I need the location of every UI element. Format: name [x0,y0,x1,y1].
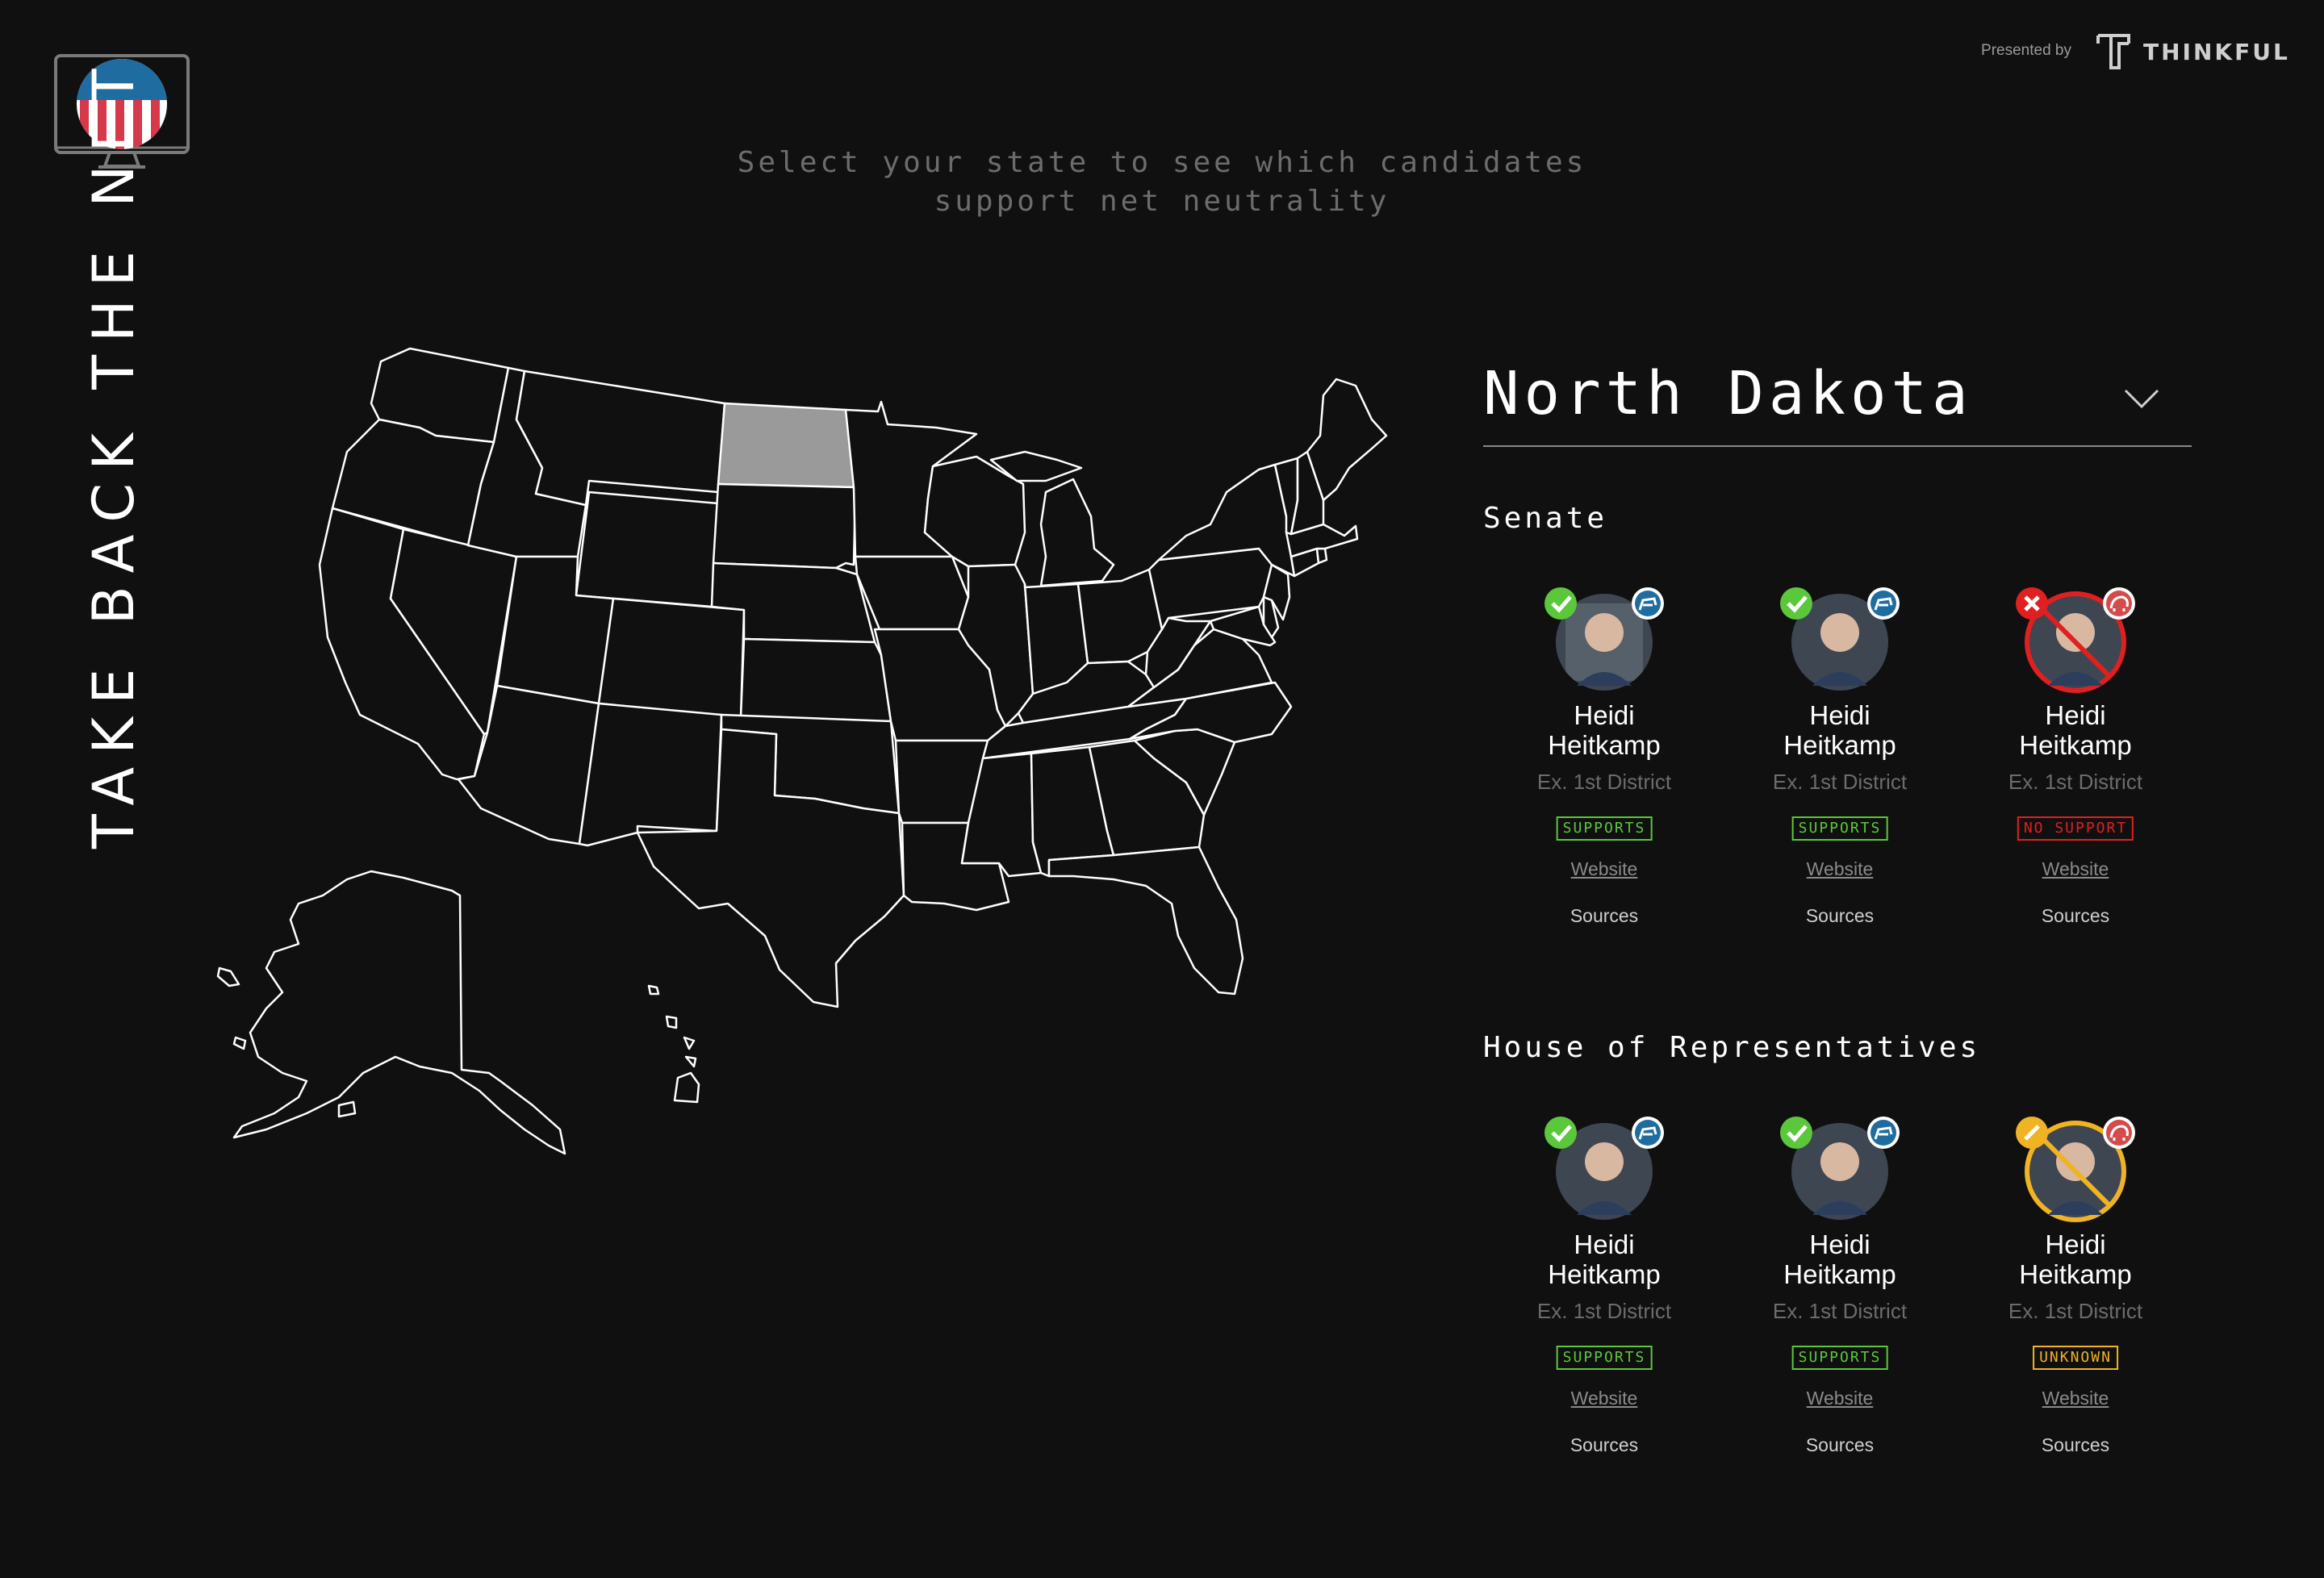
website-link[interactable]: Website [1483,1388,1725,1409]
website-link[interactable]: Website [1483,858,1725,880]
chevron-down-icon [2124,389,2159,409]
avatar-face [2056,1142,2095,1181]
site-title: TAKE BACK THE NET [81,56,147,849]
avatar-face [1820,1142,1859,1181]
candidate-district: Ex. 1st District [2008,770,2143,794]
instruction-text: Select your state to see which candidate… [710,144,1614,221]
candidate-avatar-area [1535,1110,1674,1231]
status-badge: SUPPORTS [1556,816,1653,841]
democrat-party-icon [1870,1120,1896,1146]
state-south-dakota[interactable] [712,482,857,570]
candidate-last-name: Heitkamp [2019,1259,2132,1289]
candidate-card[interactable]: Heidi Heitkamp Ex. 1st District NO SUPPO… [1954,581,2197,968]
state-alaska[interactable] [232,870,566,1155]
instruction-line-2: support net neutrality [934,185,1390,218]
state-hawaii[interactable] [647,984,700,1104]
candidate-name: Heidi Heitkamp [1483,700,1725,760]
status-badge: SUPPORTS [1791,1346,1888,1370]
state-colorado[interactable] [597,597,746,720]
selected-state-value: North Dakota [1483,359,1973,428]
status-badge: SUPPORTS [1791,816,1888,841]
candidate-name: Heidi Heitkamp [1719,1229,1961,1289]
candidate-card[interactable]: Heidi Heitkamp Ex. 1st District SUPPORTS… [1483,1110,1725,1497]
candidate-first-name: Heidi [1809,1229,1870,1259]
state-select-dropdown[interactable]: North Dakota [1483,355,2192,447]
senate-section-title: Senate [1483,502,1608,535]
sources-link[interactable]: Sources [1719,1434,1961,1456]
check-icon [1544,1117,1577,1149]
check-icon [1780,1117,1812,1149]
website-link[interactable]: Website [1954,1388,2197,1409]
candidate-district: Ex. 1st District [1536,1299,1672,1323]
avatar-face [1585,1142,1624,1181]
candidate-first-name: Heidi [2045,700,2106,730]
candidate-first-name: Heidi [1574,700,1635,730]
avatar-face [1820,613,1859,652]
state-montana[interactable] [515,369,726,507]
presented-by-label: Presented by [1981,42,2071,59]
website-link[interactable]: Website [1719,858,1961,880]
avatar-face [1585,613,1624,652]
sponsor-name: THINKFUL [2143,38,2290,65]
candidate-first-name: Heidi [1574,1229,1635,1259]
avatar-face [2056,613,2095,652]
state-new-mexico[interactable] [578,702,723,847]
state-iowa[interactable] [854,555,970,631]
state-wyoming[interactable] [575,491,720,608]
candidate-last-name: Heitkamp [1548,1259,1661,1289]
democrat-party-icon [1870,591,1896,616]
candidate-last-name: Heitkamp [1548,730,1661,760]
candidate-avatar-area [1770,1110,1909,1231]
democrat-party-icon [1635,1120,1661,1146]
candidate-name: Heidi Heitkamp [1483,1229,1725,1289]
thinkful-logo-icon [2096,34,2130,69]
candidate-last-name: Heitkamp [1783,1259,1896,1289]
candidate-name: Heidi Heitkamp [1719,700,1961,760]
check-icon [1780,587,1812,620]
us-map [210,331,1404,1170]
candidate-card[interactable]: Heidi Heitkamp Ex. 1st District SUPPORTS… [1719,1110,1961,1497]
senate-candidates: Heidi Heitkamp Ex. 1st District SUPPORTS… [1483,581,2193,984]
candidate-district: Ex. 1st District [1536,770,1672,794]
status-badge: SUPPORTS [1556,1346,1653,1370]
candidate-first-name: Heidi [1809,700,1870,730]
candidate-avatar-area [1535,581,1674,702]
website-link[interactable]: Website [1954,858,2197,880]
state-maine[interactable] [1306,378,1388,502]
status-badge: UNKNOWN [2033,1346,2118,1370]
candidate-card[interactable]: Heidi Heitkamp Ex. 1st District SUPPORTS… [1483,581,1725,968]
sources-link[interactable]: Sources [1483,1434,1725,1456]
website-link[interactable]: Website [1719,1388,1961,1409]
sources-link[interactable]: Sources [1719,905,1961,927]
instruction-line-1: Select your state to see which candidate… [737,146,1587,179]
candidate-avatar-area [1770,581,1909,702]
candidate-name: Heidi Heitkamp [1954,700,2197,760]
candidate-last-name: Heitkamp [1783,730,1896,760]
house-candidates: Heidi Heitkamp Ex. 1st District SUPPORTS… [1483,1110,2193,1513]
state-kansas[interactable] [739,637,892,723]
state-florida[interactable] [1047,845,1244,996]
sources-link[interactable]: Sources [1483,905,1725,927]
candidate-district: Ex. 1st District [2008,1299,2143,1323]
candidate-avatar-area [2006,1110,2145,1231]
candidate-avatar-area [2006,581,2145,702]
democrat-party-icon [1635,591,1661,616]
state-rhode-island[interactable] [1315,547,1328,565]
sources-link[interactable]: Sources [1954,1434,2197,1456]
candidate-district: Ex. 1st District [1772,770,1908,794]
candidate-name: Heidi Heitkamp [1954,1229,2197,1289]
state-north-dakota[interactable] [717,402,857,489]
status-badge: NO SUPPORT [2017,816,2134,841]
candidate-last-name: Heitkamp [2019,730,2132,760]
candidate-card[interactable]: Heidi Heitkamp Ex. 1st District SUPPORTS… [1719,581,1961,968]
sponsor-logo[interactable]: THINKFUL [2096,32,2290,71]
sources-link[interactable]: Sources [1954,905,2197,927]
check-icon [1544,587,1577,620]
house-section-title: House of Representatives [1483,1031,1981,1064]
candidate-district: Ex. 1st District [1772,1299,1908,1323]
candidate-first-name: Heidi [2045,1229,2106,1259]
candidate-card[interactable]: Heidi Heitkamp Ex. 1st District UNKNOWN … [1954,1110,2197,1497]
